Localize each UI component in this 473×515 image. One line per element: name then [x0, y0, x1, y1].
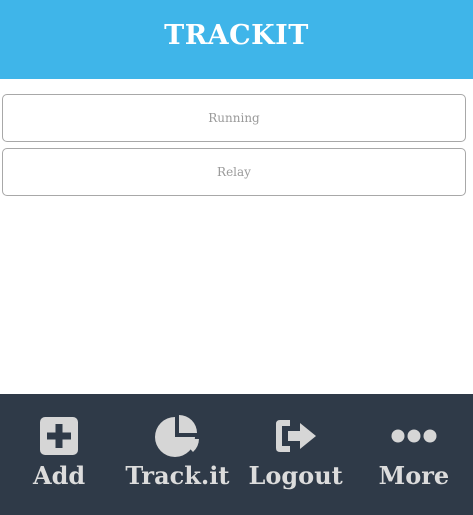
tab-add[interactable]: Add — [0, 394, 118, 515]
category-list: Running Relay — [2, 94, 466, 202]
app-header: TRACKIT — [0, 0, 473, 79]
tab-label: Add — [33, 461, 86, 490]
list-item-label: Running — [208, 111, 260, 125]
plus-square-icon — [35, 413, 83, 459]
ellipsis-icon — [390, 413, 438, 459]
tab-label: Logout — [248, 461, 343, 490]
tab-label: More — [378, 461, 450, 490]
tab-label: Track.it — [125, 461, 230, 490]
bottom-tab-bar: Add Track.it Logout More — [0, 394, 473, 515]
tab-trackit[interactable]: Track.it — [118, 394, 236, 515]
list-item-running[interactable]: Running — [2, 94, 466, 142]
pie-chart-icon — [153, 413, 201, 459]
tab-more[interactable]: More — [355, 394, 473, 515]
tab-logout[interactable]: Logout — [237, 394, 355, 515]
sign-out-icon — [272, 413, 320, 459]
list-item-label: Relay — [217, 165, 251, 179]
app-title: TRACKIT — [164, 20, 309, 51]
list-item-relay[interactable]: Relay — [2, 148, 466, 196]
